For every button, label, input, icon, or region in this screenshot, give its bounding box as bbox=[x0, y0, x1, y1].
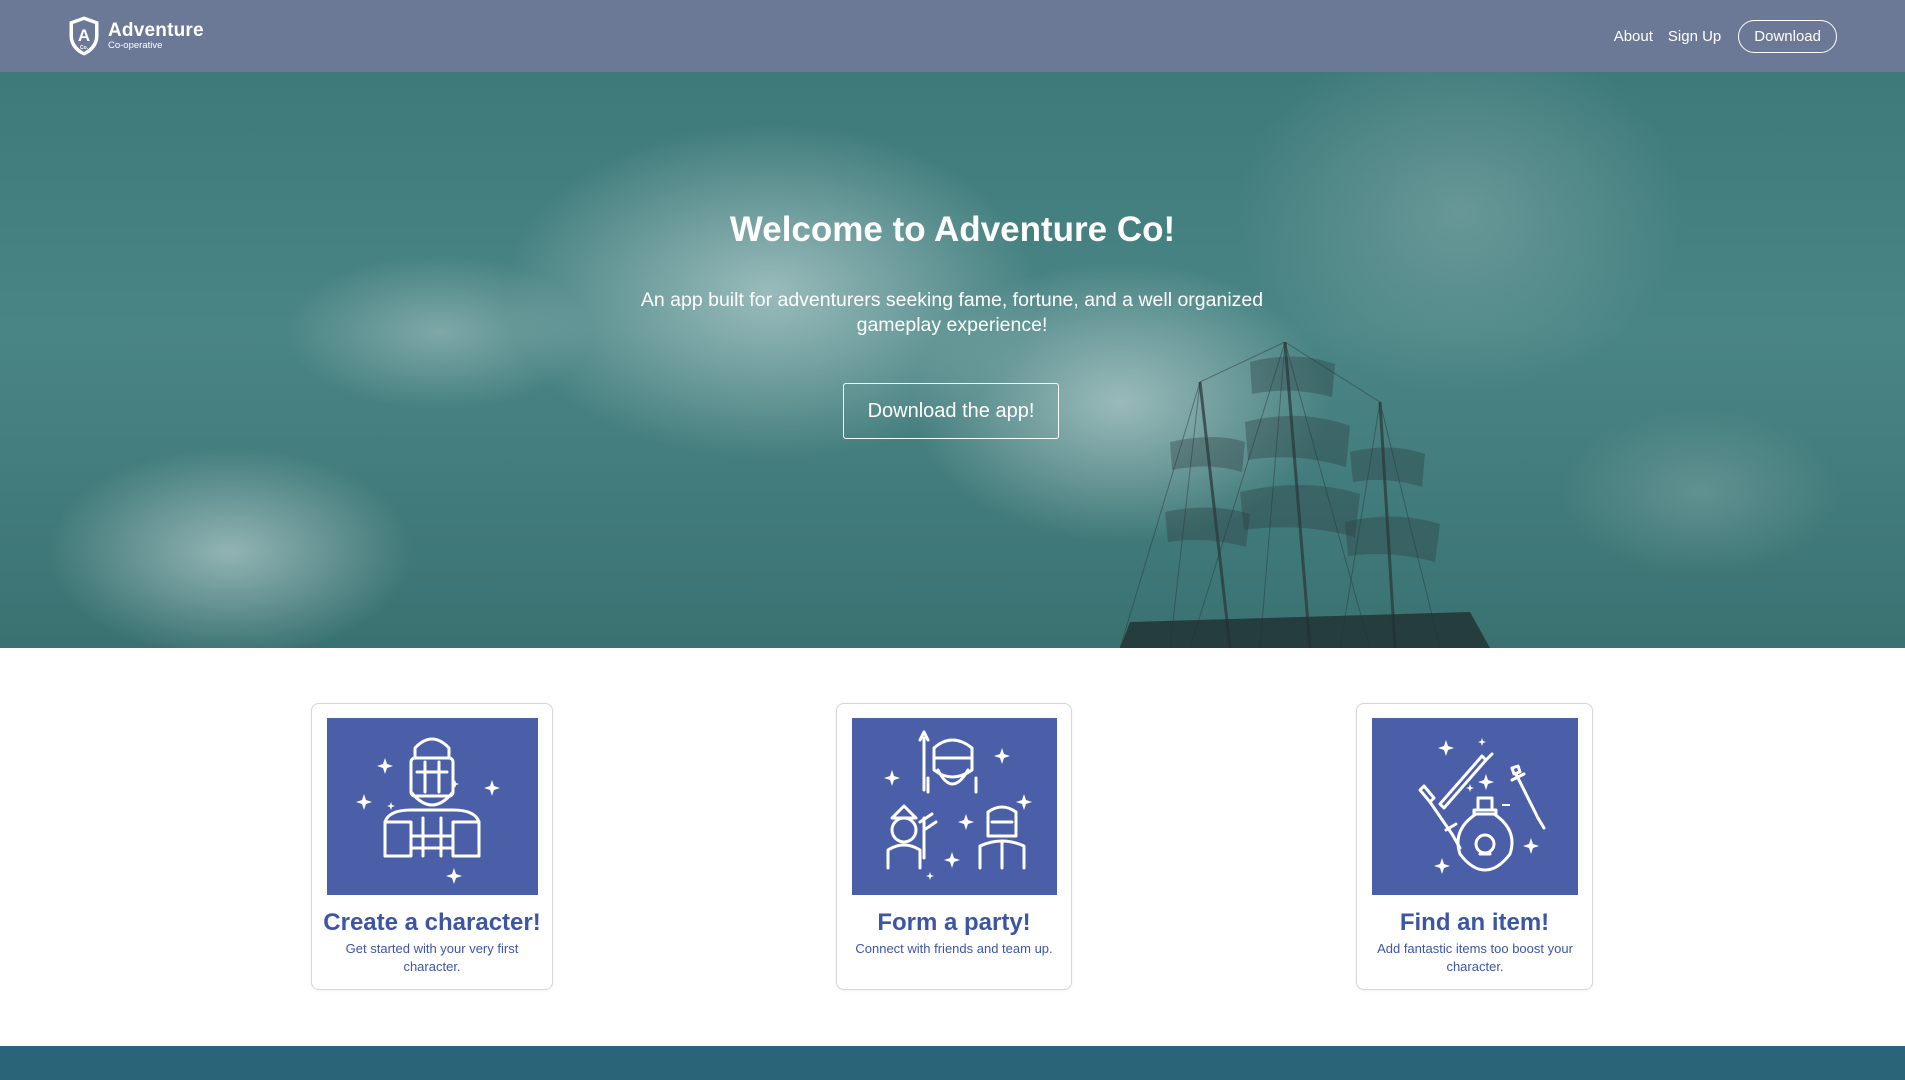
card-description: Add fantastic items too boost your chara… bbox=[1377, 941, 1573, 974]
card-description: Get started with your very first charact… bbox=[345, 941, 519, 974]
download-button[interactable]: Download bbox=[1738, 19, 1837, 53]
card-description: Connect with friends and team up. bbox=[855, 941, 1053, 956]
download-app-button[interactable]: Download the app! bbox=[843, 383, 1059, 439]
items-icon bbox=[1418, 738, 1546, 874]
card-image bbox=[327, 718, 538, 895]
knight-icon bbox=[356, 737, 500, 884]
shield-logo-icon: A Co. bbox=[69, 16, 99, 56]
card-image bbox=[852, 718, 1057, 895]
footer-strip bbox=[0, 1046, 1905, 1080]
nav-link-sign-up[interactable]: Sign Up bbox=[1668, 28, 1721, 45]
brand-name: Adventure bbox=[108, 20, 204, 42]
hero-banner: Welcome to Adventure Co! An app built fo… bbox=[0, 72, 1905, 648]
nav-links: About Sign Up Download bbox=[1614, 19, 1837, 53]
page: A Co. Adventure Co-operative About Sign … bbox=[0, 0, 1905, 1080]
logo-sub: Co. bbox=[80, 45, 89, 51]
ship-silhouette-image bbox=[1119, 342, 1490, 648]
card-title: Form a party! bbox=[877, 909, 1031, 936]
party-icon bbox=[884, 730, 1032, 880]
card-title: Create a character! bbox=[323, 909, 541, 936]
logo-letter: A bbox=[78, 26, 90, 45]
feature-card-create-character[interactable]: Create a character! Get started with you… bbox=[311, 703, 553, 990]
hero-title: Welcome to Adventure Co! bbox=[729, 210, 1176, 249]
brand-subtitle: Co-operative bbox=[108, 40, 163, 52]
feature-card-find-item[interactable]: Find an item! Add fantastic items too bo… bbox=[1356, 703, 1593, 990]
hero-subtitle: An app built for adventurers seeking fam… bbox=[640, 289, 1264, 336]
card-image bbox=[1372, 718, 1578, 895]
feature-card-form-party[interactable]: Form a party! Connect with friends and t… bbox=[836, 703, 1072, 990]
brand-text: Adventure Co-operative bbox=[108, 21, 204, 51]
brand[interactable]: A Co. Adventure Co-operative bbox=[68, 16, 204, 56]
nav-link-about[interactable]: About bbox=[1614, 28, 1653, 45]
navbar: A Co. Adventure Co-operative About Sign … bbox=[0, 0, 1905, 72]
card-title: Find an item! bbox=[1399, 909, 1550, 936]
